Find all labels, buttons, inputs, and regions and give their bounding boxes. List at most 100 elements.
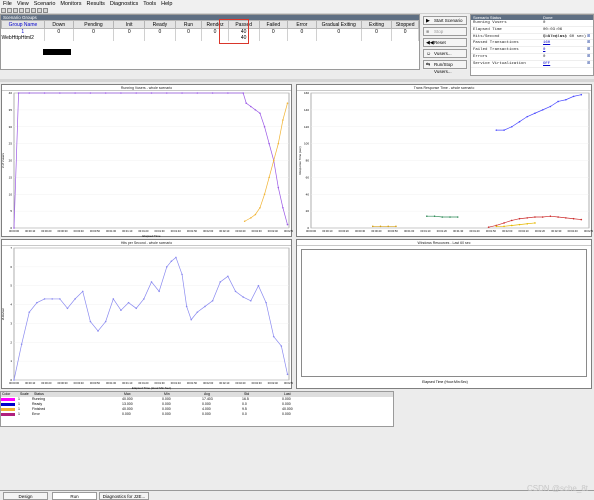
toolbar-analysis-icon[interactable] bbox=[31, 7, 36, 13]
x-tick-label: 00:00:20 bbox=[41, 229, 52, 233]
data-point bbox=[59, 92, 61, 94]
windows-resources-graph[interactable]: Windows Resources - Last 60 sec Elapsed … bbox=[296, 239, 592, 389]
data-point bbox=[510, 219, 513, 222]
data-point bbox=[104, 320, 107, 323]
status-value[interactable]: 0 bbox=[543, 47, 587, 53]
legend-swatch bbox=[1, 407, 15, 412]
column-header-run[interactable]: Run bbox=[174, 20, 203, 29]
hits-per-second-graph[interactable]: Hits per Second - whole scenario 0123456… bbox=[1, 239, 293, 390]
x-tick-label: 00:00:00 bbox=[9, 381, 20, 385]
column-header-gradual-exiting[interactable]: Gradual Exiting bbox=[315, 20, 362, 29]
status-value[interactable]: 160 bbox=[543, 40, 587, 46]
data-point bbox=[127, 301, 130, 304]
details-icon[interactable]: ⊞ bbox=[587, 61, 593, 67]
x-axis-label: Elapsed Time (Hour:Min:Sec) bbox=[132, 386, 171, 390]
data-point bbox=[259, 206, 261, 209]
menu-help[interactable]: Help bbox=[161, 1, 172, 7]
x-tick-label: 00:00:50 bbox=[90, 229, 101, 233]
menu-results[interactable]: Results bbox=[87, 1, 105, 7]
status-row: Elapsed Time 00:03:06 (hh:mm:ss) bbox=[471, 27, 593, 39]
legend-cell: 0.000 bbox=[282, 412, 291, 416]
legend-swatch bbox=[1, 402, 15, 407]
data-point bbox=[541, 216, 544, 218]
scenario-status-panel: Scenario Status Done Running Vusers 0 Elap… bbox=[470, 14, 594, 76]
splitter[interactable] bbox=[0, 79, 594, 82]
trans-response-graph[interactable]: Trans Response Time - whole scenario 0 20… bbox=[296, 84, 593, 237]
data-point bbox=[59, 298, 61, 300]
column-header-stopped[interactable]: Stopped bbox=[391, 20, 419, 29]
column-header-group-name[interactable]: Group Name bbox=[1, 20, 45, 29]
data-point bbox=[426, 215, 428, 217]
tab-diagnostics[interactable]: Diagnostics for J2E... bbox=[99, 492, 149, 500]
toolbar-run-icon[interactable] bbox=[25, 7, 30, 13]
x-tick-label: 00:01:30 bbox=[155, 229, 166, 233]
data-point bbox=[112, 298, 115, 300]
menu-monitors[interactable]: Monitors bbox=[60, 1, 81, 7]
y-tick-label: 120 bbox=[304, 125, 309, 129]
column-header-failed[interactable]: Failed bbox=[258, 20, 289, 29]
data-point bbox=[534, 222, 536, 224]
x-tick-label: 00:01:50 bbox=[187, 229, 198, 233]
windows-resources-plot-area bbox=[301, 249, 587, 377]
menu-view[interactable]: View bbox=[17, 1, 29, 7]
status-row: Failed Transactions 0 ⊞ bbox=[471, 47, 593, 54]
x-tick-label: 00:02:30 bbox=[252, 229, 263, 233]
tab-design[interactable]: Design bbox=[3, 492, 48, 500]
windows-resources-title: Windows Resources - Last 60 sec bbox=[297, 240, 591, 246]
start-scenario-button[interactable]: ▶ Start Scenario bbox=[423, 16, 467, 25]
run-stop-vusers-button[interactable]: ⇆ Run/Stop Vusers... bbox=[423, 60, 467, 74]
rewind-icon: ◀◀ bbox=[426, 39, 434, 46]
graph-legend: Color Scale Status Max Min Avg Std Last 1 Runnin… bbox=[0, 391, 394, 427]
toolbar-help-icon[interactable] bbox=[43, 7, 48, 13]
x-tick-label: 00:02:30 bbox=[252, 381, 263, 385]
toolbar-open-icon[interactable] bbox=[7, 7, 12, 13]
details-icon[interactable]: ⊞ bbox=[587, 40, 593, 46]
vuser-status-block[interactable] bbox=[43, 49, 71, 55]
toolbar-design-icon[interactable] bbox=[19, 7, 24, 13]
data-point bbox=[143, 298, 145, 300]
legend-row[interactable]: 1 Error 0.000 0.000 0.000 0.0 0.000 bbox=[1, 412, 393, 417]
legend-swatch bbox=[1, 397, 15, 402]
data-point bbox=[565, 98, 567, 101]
y-tick-label: 80 bbox=[306, 159, 310, 163]
x-tick-label: 00:00:20 bbox=[41, 381, 52, 385]
details-icon[interactable]: ⊞ bbox=[587, 34, 593, 40]
details-icon[interactable]: ⊞ bbox=[587, 47, 593, 53]
column-header-ready[interactable]: Ready bbox=[144, 20, 176, 29]
data-point bbox=[250, 105, 252, 108]
vusers-button[interactable]: ☺ Vusers... bbox=[423, 49, 467, 58]
data-point bbox=[135, 92, 138, 94]
x-tick-label: 00:01:20 bbox=[138, 229, 149, 233]
status-value[interactable]: OFF bbox=[543, 61, 587, 67]
y-axis-label: Response Time (sec) bbox=[298, 146, 302, 174]
x-tick-label: 00:02:40 bbox=[568, 229, 579, 233]
data-point bbox=[541, 109, 544, 111]
x-tick-label: 00:01:30 bbox=[453, 229, 464, 233]
menu-tools[interactable]: Tools bbox=[143, 1, 156, 7]
column-header-init[interactable]: Init bbox=[113, 20, 146, 29]
reset-button[interactable]: ◀◀ Reset bbox=[423, 38, 467, 47]
column-header-down[interactable]: Down bbox=[43, 20, 74, 29]
y-tick-label: 1 bbox=[10, 359, 12, 363]
column-header-error[interactable]: Error bbox=[287, 20, 317, 29]
column-header-exiting[interactable]: Exiting bbox=[360, 20, 393, 29]
running-vusers-graph[interactable]: Running Vusers - whole scenario 0 5 10 15 20… bbox=[1, 84, 293, 238]
x-tick-label: 00:00:20 bbox=[339, 229, 350, 233]
tab-run[interactable]: Run bbox=[52, 492, 97, 500]
status-value: 0 bbox=[543, 21, 546, 25]
menu-scenario[interactable]: Scenario bbox=[34, 1, 56, 7]
toolbar-save-icon[interactable] bbox=[13, 7, 18, 13]
menu-file[interactable]: File bbox=[3, 1, 12, 7]
details-icon[interactable]: ⊞ bbox=[587, 54, 593, 60]
y-tick-label: 100 bbox=[304, 142, 309, 146]
legend-cell: 0.0 bbox=[242, 412, 247, 416]
status-label: Running Vusers bbox=[473, 21, 507, 25]
data-point bbox=[190, 318, 193, 321]
column-header-pending[interactable]: Pending bbox=[72, 20, 115, 29]
toolbar-settings-icon[interactable] bbox=[37, 7, 42, 13]
data-point bbox=[43, 298, 46, 300]
toolbar-new-icon[interactable] bbox=[1, 7, 6, 13]
status-label: Passed Transactions bbox=[473, 41, 519, 46]
menu-diagnostics[interactable]: Diagnostics bbox=[110, 1, 138, 7]
stop-button[interactable]: ■ Stop bbox=[423, 27, 467, 36]
